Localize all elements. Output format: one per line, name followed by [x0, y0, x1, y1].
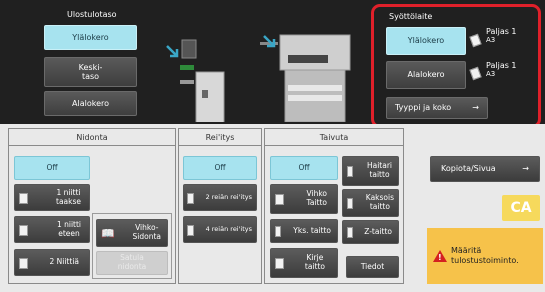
- fold-booklet-button[interactable]: Vihko Taitto: [270, 184, 338, 214]
- punch-four-hole-label: 4 reiän rei'itys: [205, 224, 252, 233]
- fold-accordion-button[interactable]: Haitari taitto: [342, 156, 399, 186]
- punch-two-hole-label: 2 reiän rei'itys: [205, 192, 252, 201]
- staple-one-back-button[interactable]: 1 niitti taakse: [14, 184, 90, 211]
- output-tray-label: Ulostulotaso: [67, 10, 117, 19]
- fold-z-label: Z-taitto: [364, 226, 392, 236]
- staple-icon: [19, 193, 28, 204]
- fold-icon: [275, 258, 284, 269]
- arrow-right-icon: →: [522, 164, 529, 174]
- punch-two-hole-button[interactable]: 2 reiän rei'itys: [183, 184, 257, 211]
- fold-off-button[interactable]: Off: [270, 156, 338, 180]
- warning-message: ! Määritä tulostustoiminto.: [427, 228, 543, 284]
- fold-accordion-label: Haitari taitto: [366, 161, 392, 179]
- fold-booklet-label: Vihko Taitto: [306, 189, 328, 207]
- warning-text: Määritä tulostustoiminto.: [451, 246, 519, 265]
- printer-illustration: [180, 34, 351, 122]
- output-tray-middle-button[interactable]: Keski- taso: [44, 57, 137, 87]
- fold-letter-label: Kirje taitto: [304, 253, 325, 271]
- punch-icon: [187, 225, 194, 236]
- fold-icon: [347, 198, 353, 209]
- copies-per-page-button[interactable]: Kopiota/Sivua →: [430, 156, 540, 182]
- fold-double-button[interactable]: Kaksois taitto: [342, 189, 399, 217]
- fold-icon: [275, 226, 281, 237]
- staple-off-button[interactable]: Off: [14, 156, 90, 180]
- saddle-staple-disabled-button: Satula nidonta: [96, 251, 168, 275]
- punch-icon: [187, 193, 194, 204]
- highlight-frame: [371, 4, 541, 128]
- book-icon: 📖: [101, 227, 115, 240]
- fold-icon: [275, 194, 284, 205]
- fold-single-button[interactable]: Yks. taitto: [270, 219, 338, 243]
- fold-info-button[interactable]: Tiedot: [346, 256, 399, 278]
- warning-icon: !: [433, 250, 447, 262]
- fold-icon: [347, 166, 353, 177]
- fold-icon: [347, 227, 353, 238]
- punch-off-button[interactable]: Off: [183, 156, 257, 180]
- staple-one-front-label: 1 niitti eteen: [56, 219, 81, 238]
- feed-arrow-icon: [263, 35, 276, 48]
- output-tray-upper-button[interactable]: Ylälokero: [44, 25, 137, 50]
- staple-one-back-label: 1 niitti taakse: [56, 187, 81, 206]
- stapling-title: Nidonta: [9, 129, 175, 146]
- fold-z-button[interactable]: Z-taitto: [342, 220, 399, 244]
- fold-single-label: Yks. taitto: [293, 225, 331, 235]
- output-tray-lower-button[interactable]: Alalokero: [44, 91, 137, 116]
- staple-one-front-button[interactable]: 1 niitti eteen: [14, 216, 90, 243]
- output-arrow-icon: [166, 45, 179, 58]
- fold-letter-button[interactable]: Kirje taitto: [270, 248, 338, 278]
- punch-title: Rei'itys: [179, 129, 261, 146]
- staple-two-button[interactable]: 2 Niittiä: [14, 249, 90, 276]
- fold-double-label: Kaksois taitto: [365, 193, 394, 211]
- punch-four-hole-button[interactable]: 4 reiän rei'itys: [183, 216, 257, 243]
- staple-icon: [19, 258, 28, 269]
- staple-icon: [19, 225, 28, 236]
- fold-title: Taivuta: [265, 129, 403, 146]
- staple-two-label: 2 Niittiä: [49, 257, 80, 267]
- saddle-stitch-button[interactable]: 📖 Vihko- Sidonta: [96, 219, 168, 247]
- saddle-stitch-label: Vihko- Sidonta: [132, 223, 161, 241]
- clear-all-button[interactable]: CA: [502, 195, 540, 221]
- copies-per-page-label: Kopiota/Sivua: [441, 164, 496, 174]
